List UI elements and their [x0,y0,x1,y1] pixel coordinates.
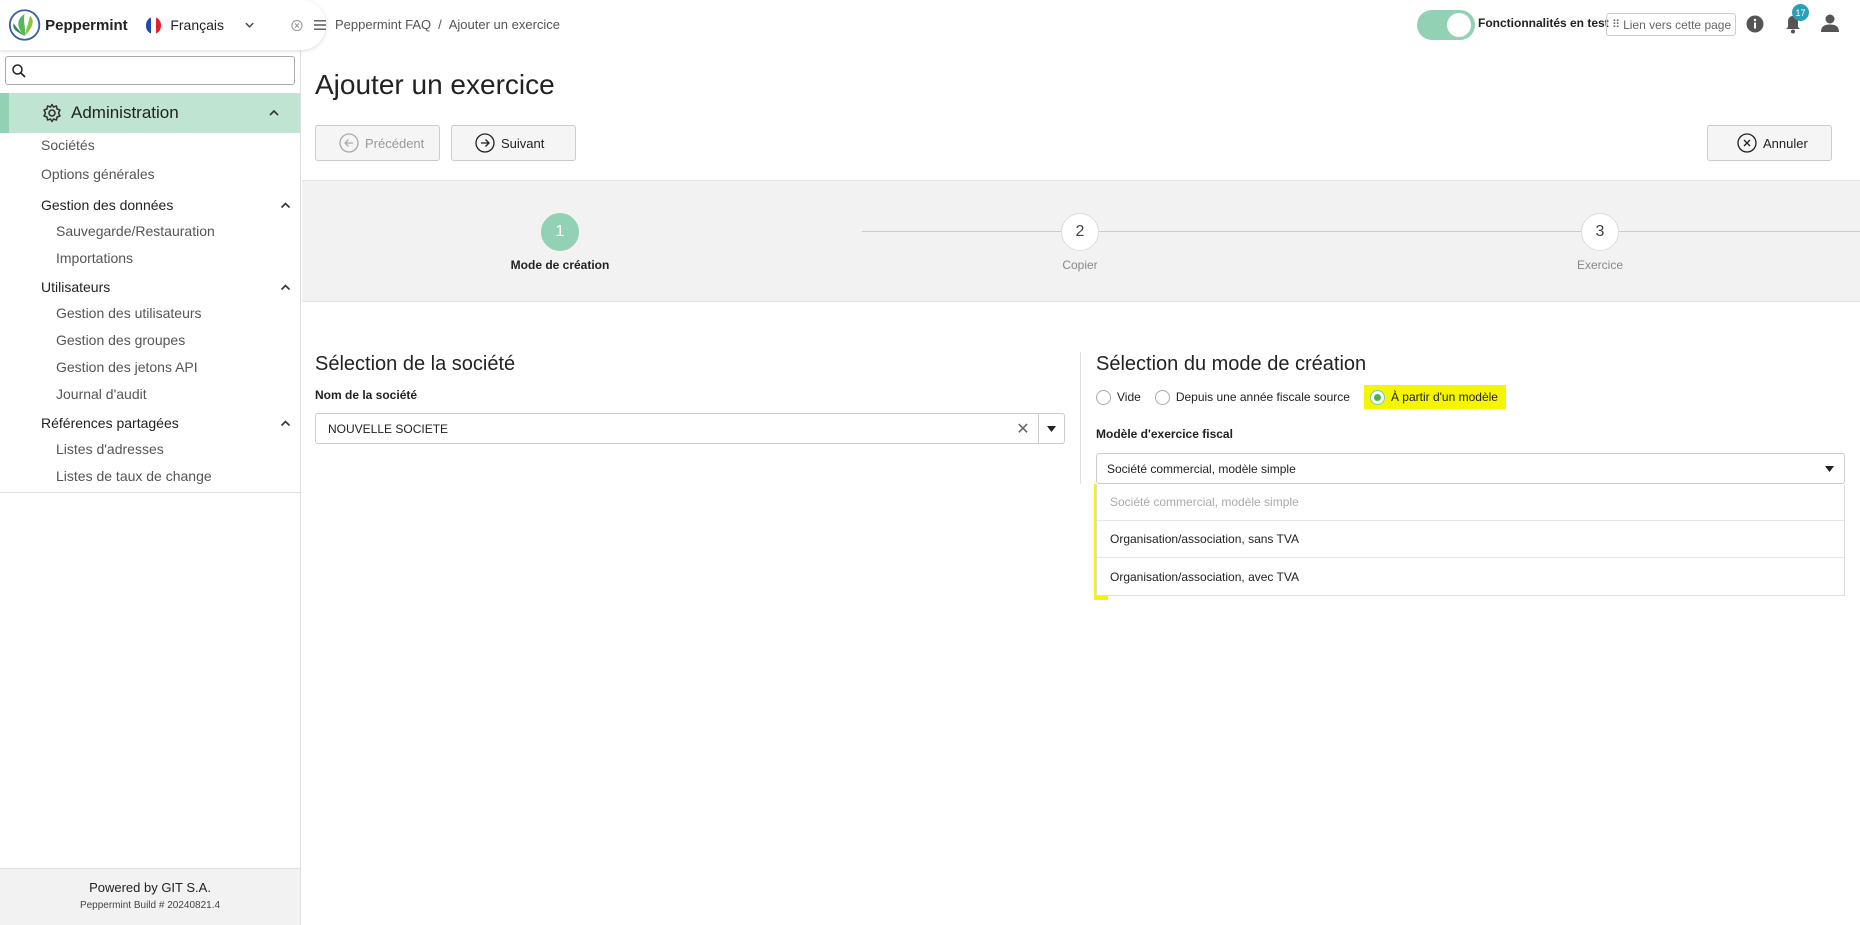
sidebar-group-references[interactable]: Références partagées [41,415,291,431]
peppermint-logo-icon[interactable] [8,7,41,43]
radio-circle [1154,389,1170,405]
breadcrumb-separator: / [438,17,442,32]
search-input[interactable] [32,62,294,79]
mode-section-title: Sélection du mode de création [1096,353,1367,375]
radio-label: Vide [1117,390,1141,404]
company-select[interactable]: NOUVELLE SOCIETE ✕ [315,413,1065,444]
model-select-value: Société commercial, modèle simple [1107,461,1296,476]
close-icon[interactable] [291,19,303,32]
app-header-bar: Peppermint Français [0,0,326,50]
chevron-up-icon[interactable] [280,418,291,429]
company-select-value: NOUVELLE SOCIETE [328,421,449,436]
next-button-label: Suivant [501,135,545,151]
sidebar-divider [0,492,300,493]
menu-icon[interactable] [314,19,326,31]
sidebar-item-journal[interactable]: Journal d'audit [56,386,147,402]
sidebar-item-importations[interactable]: Importations [56,250,133,266]
step-2-label: Copier [1062,258,1098,272]
chevron-up-icon[interactable] [280,200,291,211]
breadcrumb: Peppermint FAQ / Ajouter un exercice [335,17,560,32]
breadcrumb-root-link[interactable]: Peppermint FAQ [335,17,431,32]
test-features-toggle[interactable] [1417,10,1475,40]
sidebar-group-label: Références partagées [41,415,179,431]
radio-vide[interactable]: Vide [1096,385,1141,409]
dropdown-option[interactable]: Organisation/association, sans TVA [1097,521,1844,558]
sidebar-group-label: Gestion des données [41,197,174,213]
chevron-up-icon[interactable] [280,282,291,293]
notification-badge: 17 [1792,4,1809,21]
sidebar-item-gestion-utilisateurs[interactable]: Gestion des utilisateurs [56,305,202,321]
radio-from-model[interactable]: À partir d'un modèle [1363,385,1506,409]
radio-circle [1096,389,1111,405]
radio-label: À partir d'un modèle [1390,390,1498,404]
drag-handle-icon: ⠿ [1612,19,1620,31]
model-label: Modèle d'exercice fiscal [1096,427,1233,441]
sidebar-item-label: Administration [71,103,179,122]
sidebar-item-gestion-groupes[interactable]: Gestion des groupes [56,332,185,348]
app-name: Peppermint [45,16,128,34]
model-select[interactable]: Société commercial, modèle simple [1096,453,1845,484]
sidebar: Peppermint Français Administration Socié… [0,0,326,925]
language-select[interactable]: Français [170,17,224,33]
chevron-down-icon[interactable] [244,19,255,31]
step-2-circle[interactable]: 2 [1061,213,1099,251]
creation-mode-radio-group: Vide Depuis une année fiscale source À p… [1096,385,1520,409]
next-button[interactable]: Suivant [451,125,576,161]
dropdown-option[interactable]: Organisation/association, avec TVA [1097,558,1844,595]
company-section-title: Sélection de la société [315,353,516,375]
powered-by-text: Powered by GIT S.A. [89,880,211,895]
sidebar-item-listes-adresses[interactable]: Listes d'adresses [56,441,164,457]
breadcrumb-current: Ajouter un exercice [448,17,561,32]
previous-button-label: Précédent [365,135,425,151]
previous-button[interactable]: Précédent [315,125,440,161]
user-icon[interactable] [1820,13,1840,33]
sidebar-footer: Powered by GIT S.A. Peppermint Build # 2… [0,868,300,925]
chevron-up-icon[interactable] [268,107,280,119]
company-name-label: Nom de la société [315,388,418,402]
step-1-label: Mode de création [510,258,610,272]
page-link-button[interactable]: ⠿ Lien vers cette page [1606,13,1736,36]
info-icon[interactable] [1746,15,1764,33]
dropdown-arrow-icon[interactable] [1814,465,1844,472]
step-1-circle[interactable]: 1 [541,213,579,251]
arrow-left-circle-icon [339,133,359,153]
panel-divider [1080,352,1081,484]
wizard-stepper: 1 Mode de création 2 Copier 3 Exercice [302,180,1860,302]
search-icon [12,63,26,78]
gear-icon [43,103,61,123]
model-dropdown-list: Société commercial, modèle simple Organi… [1096,484,1845,596]
close-circle-icon [1737,133,1757,153]
page-link-label: Lien vers cette page [1623,17,1732,32]
toggle-knob [1447,13,1471,37]
clear-icon[interactable]: ✕ [1008,419,1038,439]
sidebar-item-listes-taux[interactable]: Listes de taux de change [56,468,212,484]
sidebar-group-gestion-donnees[interactable]: Gestion des données [41,197,291,213]
radio-source-year[interactable]: Depuis une année fiscale source [1154,385,1350,409]
dropdown-option-selected[interactable]: Société commercial, modèle simple [1097,484,1844,521]
sidebar-item-administration[interactable]: Administration [0,93,300,133]
radio-label: Depuis une année fiscale source [1175,390,1350,404]
sidebar-group-utilisateurs[interactable]: Utilisateurs [41,279,291,295]
cancel-button-label: Annuler [1763,135,1808,151]
sidebar-search[interactable] [5,56,295,85]
step-3-circle[interactable]: 3 [1581,213,1619,251]
sidebar-item-options[interactable]: Options générales [41,166,155,182]
sidebar-item-societes[interactable]: Sociétés [41,137,95,153]
test-features-label: Fonctionnalités en test [1478,16,1609,30]
step-3-label: Exercice [1576,258,1623,272]
cancel-button[interactable]: Annuler [1707,125,1832,161]
build-version-text: Peppermint Build # 20240821.4 [79,900,221,911]
sidebar-group-label: Utilisateurs [41,279,111,295]
stepper-line [862,231,1860,232]
dropdown-arrow-icon[interactable] [1038,414,1064,443]
sidebar-item-sauvegarde[interactable]: Sauvegarde/Restauration [56,223,215,239]
arrow-right-circle-icon [475,133,495,153]
radio-circle-checked [1369,389,1385,405]
page-title: Ajouter un exercice [315,69,555,100]
sidebar-item-gestion-jetons[interactable]: Gestion des jetons API [56,359,198,375]
france-flag-icon [145,16,162,34]
